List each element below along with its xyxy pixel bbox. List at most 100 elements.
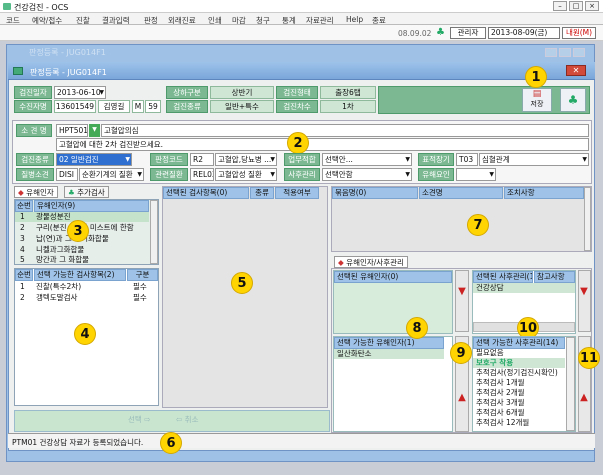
table-row-name[interactable]: 갱텍도말검사 [36,293,77,303]
list-item[interactable]: 추적검사 2개월 [476,388,525,398]
status-message: PTM01 건강상담 자료가 등록되었습니다. [12,438,144,447]
finding-code[interactable]: HPT501 [56,124,88,137]
callout-11: 11 [578,347,600,369]
half-value: 상반기 [210,86,274,99]
table-row-no[interactable]: 4 [20,245,25,255]
cancel-button-label: 취소 [184,415,199,424]
selected-after-header: 선택된 사후관리(1) [473,271,533,283]
avail-col-name: 선택 가능한 검사항목(2) [34,269,126,281]
select-button[interactable]: 선택 ⇨ [128,414,150,425]
list-item[interactable]: 보호구 착용 [476,358,513,368]
finding-comment[interactable]: 고혈압에 대한 2차 검진받으세요. [56,138,589,151]
after-move-down-arrow-icon[interactable]: ▼ [578,286,590,297]
table-row-type[interactable]: 필수 [133,282,147,292]
fit-select[interactable]: 선택안... [322,153,412,166]
table-row-no[interactable]: 1 [20,212,25,222]
harm-scrollbar[interactable] [150,200,158,264]
current-date: 2013-08-09(금) [488,27,560,39]
organ-code[interactable]: T03 [456,153,478,166]
harm-col-name: 유해인자(9) [34,200,149,212]
list-item[interactable]: 필요없음 [476,348,504,358]
list-item[interactable]: 추적검사(정기검진시확인) [476,368,558,378]
bundle-scrollbar[interactable] [584,187,591,251]
finding-name[interactable]: 고혈압의심 [101,124,589,137]
table-row-no[interactable]: 2 [20,293,25,303]
judge-code-label: 판정코드 [150,153,188,166]
tab-extra-label: 추가검사 [77,188,105,197]
related-label: 관련질환 [150,168,188,181]
judge-code[interactable]: R2 [190,153,214,166]
disease-code[interactable]: DISI [56,168,78,181]
save-icon: ▤ [532,89,542,99]
bundle-col-finding: 소견명 [419,187,503,199]
list-item[interactable]: 건강상담 [476,283,504,293]
table-row-no[interactable]: 3 [20,234,25,244]
visit-mode[interactable]: 내원(M) [562,27,596,39]
table-row-no[interactable]: 5 [20,255,25,265]
select-button-label: 선택 [128,415,142,424]
table-row-no[interactable]: 2 [20,223,25,233]
round-label: 검진차수 [276,100,318,113]
bg-minimize-button[interactable] [545,48,557,57]
after-select[interactable]: 선택안함 [322,168,412,181]
avail-col-no: 순번 [15,269,33,281]
judge-code-select[interactable]: 고혈압,당뇨병 ... [215,153,277,166]
half-label: 상하구분 [166,86,208,99]
exam-kind-select[interactable]: 02 일반검진 [56,153,132,166]
tab-harm-factor[interactable]: ◆ 유해인자 [14,186,58,198]
organ-label: 표적장기 [418,153,454,166]
table-row-type[interactable]: 필수 [133,293,147,303]
bundle-col-action: 조치사항 [504,187,584,199]
save-button[interactable]: ▤ 저장 [522,88,552,112]
table-row-name[interactable]: 니켈과그화합물 [36,245,84,255]
tab-harm-after[interactable]: ◆ 유해인자/사후관리 [334,256,408,268]
tab-extra-test[interactable]: ♣ 추가검사 [64,186,109,198]
table-row-name[interactable]: 망간과 그 화합물 [36,255,89,265]
list-item[interactable]: 일산화탄소 [337,349,372,359]
move-up-arrow-icon[interactable]: ▲ [456,392,468,403]
finding-dropdown-icon[interactable]: ▼ [89,124,100,137]
move-down-arrow-icon[interactable]: ▼ [456,286,468,297]
organ-select[interactable]: 심혈관계 [479,153,589,166]
related-select[interactable]: 고혈압성 질환 [215,168,277,181]
disease-select[interactable]: 순환기계의 질환 [79,168,144,181]
after-label: 사후관리 [284,168,320,181]
related-code[interactable]: REL03 [190,168,214,181]
dialog-close-button[interactable]: ✕ [566,65,586,76]
exam-date-field[interactable]: 2013-06-10 [54,86,106,99]
list-item[interactable]: 추적검사 12개월 [476,418,529,428]
exam-kind-label: 검진종류 [16,153,54,166]
minimize-button[interactable]: – [553,1,567,11]
window-title: 건강검진 - OCS [14,3,69,12]
after-scrollbar[interactable] [566,337,575,431]
dialog-title: 판정등록 - JUG014F1 [30,68,107,77]
harm-move-column [455,270,469,332]
callout-4: 4 [74,323,96,345]
list-item[interactable]: 추적검사 3개월 [476,398,525,408]
patient-name: 김영길 [98,100,130,113]
table-row-name[interactable]: 광물성분진 [36,212,71,222]
table-row-name[interactable]: 구리(분진, 흄 및 미스트에 한함 [36,223,148,233]
maximize-button[interactable]: □ [569,1,583,11]
table-row-no[interactable]: 1 [20,282,25,292]
close-button[interactable]: × [585,1,599,11]
menu-item[interactable]: Help [346,15,363,24]
cancel-button[interactable]: ⇦ 취소 [176,414,198,425]
harm-select[interactable] [456,168,496,181]
tab-harm-after-label: 유해인자/사후관리 [346,258,404,267]
app-icon [3,3,11,10]
bg-maximize-button[interactable] [559,48,571,57]
bg-close-button[interactable] [573,48,585,57]
kind-label: 검진종류 [166,100,208,113]
list-item[interactable]: 추적검사 6개월 [476,408,525,418]
after-move-up-arrow-icon[interactable]: ▲ [578,392,590,403]
status-bar: PTM01 건강상담 자료가 등록되었습니다. [8,433,595,448]
exit-icon[interactable]: ♣ [560,88,586,112]
table-row-name[interactable]: 진찰(특수2차) [36,282,81,292]
extra-tab-icon: ♣ [68,188,75,197]
user-icon[interactable]: ♣ [436,27,445,38]
info-filler [378,86,590,114]
list-item[interactable]: 추적검사 1개월 [476,378,525,388]
selected-col-apply: 적용여부 [275,187,319,199]
harm-label: 유해요인 [418,168,454,181]
